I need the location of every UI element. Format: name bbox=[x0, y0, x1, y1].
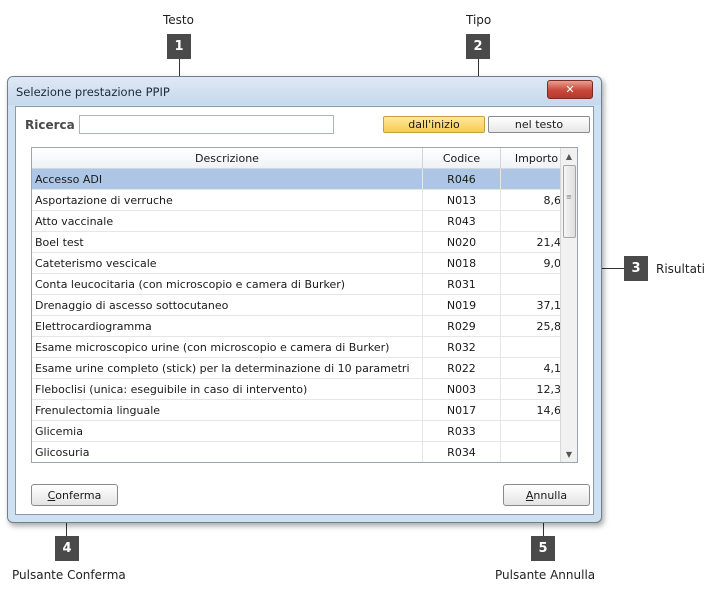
selection-dialog: Selezione prestazione PPIP ✕ Ricerca dal… bbox=[7, 76, 602, 523]
close-icon: ✕ bbox=[565, 83, 575, 96]
annotation-badge-4: 4 bbox=[55, 536, 79, 561]
cell-descrizione: Asportazione di verruche bbox=[32, 190, 423, 210]
annotation-label-tipo: Tipo bbox=[466, 13, 492, 27]
cell-descrizione: Elettrocardiogramma bbox=[32, 316, 423, 336]
cell-codice: N017 bbox=[423, 400, 501, 420]
window-title: Selezione prestazione PPIP bbox=[16, 85, 170, 99]
column-header-codice[interactable]: Codice bbox=[423, 148, 501, 168]
scroll-down-arrow-icon[interactable]: ▼ bbox=[561, 446, 577, 462]
table-row[interactable]: Atto vaccinale R043 bbox=[32, 211, 573, 232]
annotation-label-risultati: Risultati bbox=[656, 262, 705, 276]
table-row[interactable]: Conta leucocitaria (con microscopio e ca… bbox=[32, 274, 573, 295]
cancel-button[interactable]: Annulla bbox=[503, 484, 590, 506]
table-row[interactable]: Frenulectomia linguale N017 14,67 bbox=[32, 400, 573, 421]
cell-codice: N003 bbox=[423, 379, 501, 399]
annotation-badge-3: 3 bbox=[624, 256, 648, 281]
table-row[interactable]: Cateterismo vescicale N018 9,09 bbox=[32, 253, 573, 274]
confirm-button[interactable]: Conferma bbox=[31, 484, 118, 506]
annotation-label-annulla: Pulsante Annulla bbox=[495, 568, 596, 582]
cell-descrizione: Drenaggio di ascesso sottocutaneo bbox=[32, 295, 423, 315]
confirm-label: onferma bbox=[55, 488, 102, 502]
cell-descrizione: Glicosuria bbox=[32, 442, 423, 462]
annotation-badge-5: 5 bbox=[531, 536, 555, 561]
table-row[interactable]: Accesso ADI R046 bbox=[32, 169, 573, 190]
column-header-descrizione[interactable]: Descrizione bbox=[32, 148, 423, 168]
cell-codice: N019 bbox=[423, 295, 501, 315]
scroll-up-arrow-icon[interactable]: ▲ bbox=[561, 148, 577, 164]
annotation-label-conferma: Pulsante Conferma bbox=[12, 568, 126, 582]
confirm-accelerator: C bbox=[47, 488, 56, 502]
cell-codice: R043 bbox=[423, 211, 501, 231]
title-bar[interactable]: Selezione prestazione PPIP ✕ bbox=[8, 77, 601, 105]
cell-descrizione: Fleboclisi (unica: eseguibile in caso di… bbox=[32, 379, 423, 399]
cell-descrizione: Esame microscopico urine (con microscopi… bbox=[32, 337, 423, 357]
annotation-badge-1: 1 bbox=[167, 34, 191, 59]
cell-descrizione: Glicemia bbox=[32, 421, 423, 441]
search-label: Ricerca bbox=[25, 118, 75, 132]
table-row[interactable]: Glicosuria R034 bbox=[32, 442, 573, 462]
table-row[interactable]: Asportazione di verruche N013 8,68 bbox=[32, 190, 573, 211]
cell-codice: R032 bbox=[423, 337, 501, 357]
annotation-badge-2: 2 bbox=[466, 34, 490, 59]
table-row[interactable]: Glicemia R033 bbox=[32, 421, 573, 442]
cell-codice: R031 bbox=[423, 274, 501, 294]
cancel-label: nnulla bbox=[533, 488, 568, 502]
cell-codice: N018 bbox=[423, 253, 501, 273]
cell-codice: R034 bbox=[423, 442, 501, 462]
cell-codice: R033 bbox=[423, 421, 501, 441]
dialog-content: Ricerca dall'inizio nel testo Descrizion… bbox=[15, 106, 594, 515]
cell-codice: R022 bbox=[423, 358, 501, 378]
cell-descrizione: Cateterismo vescicale bbox=[32, 253, 423, 273]
table-row[interactable]: Esame microscopico urine (con microscopi… bbox=[32, 337, 573, 358]
cell-codice: R029 bbox=[423, 316, 501, 336]
table-row[interactable]: Elettrocardiogramma R029 25,82 bbox=[32, 316, 573, 337]
grid-rows: Accesso ADI R046 Asportazione di verruch… bbox=[32, 169, 573, 462]
cell-descrizione: Boel test bbox=[32, 232, 423, 252]
cell-descrizione: Conta leucocitaria (con microscopio e ca… bbox=[32, 274, 423, 294]
annotation-label-testo: Testo bbox=[163, 13, 194, 27]
grip-icon: ≡ bbox=[566, 193, 572, 201]
table-row[interactable]: Fleboclisi (unica: eseguibile in caso di… bbox=[32, 379, 573, 400]
table-row[interactable]: Drenaggio di ascesso sottocutaneo N019 3… bbox=[32, 295, 573, 316]
cell-codice: R046 bbox=[423, 169, 501, 189]
results-grid[interactable]: Descrizione Codice Importo Accesso ADI R… bbox=[31, 147, 578, 463]
cell-descrizione: Atto vaccinale bbox=[32, 211, 423, 231]
close-button[interactable]: ✕ bbox=[547, 80, 593, 99]
cell-descrizione: Esame urine completo (stick) per la dete… bbox=[32, 358, 423, 378]
table-row[interactable]: Esame urine completo (stick) per la dete… bbox=[32, 358, 573, 379]
table-row[interactable]: Boel test N020 21,43 bbox=[32, 232, 573, 253]
scrollbar-thumb[interactable]: ≡ bbox=[563, 165, 576, 238]
search-mode-text-button[interactable]: nel testo bbox=[488, 116, 590, 133]
vertical-scrollbar[interactable]: ▲ ≡ ▼ bbox=[560, 148, 577, 462]
cell-descrizione: Frenulectomia linguale bbox=[32, 400, 423, 420]
search-input[interactable] bbox=[79, 115, 334, 134]
cancel-accelerator: A bbox=[525, 488, 534, 502]
grid-header: Descrizione Codice Importo bbox=[32, 148, 573, 169]
cell-codice: N020 bbox=[423, 232, 501, 252]
search-mode-start-button[interactable]: dall'inizio bbox=[383, 116, 485, 133]
cell-codice: N013 bbox=[423, 190, 501, 210]
cell-descrizione: Accesso ADI bbox=[32, 169, 423, 189]
